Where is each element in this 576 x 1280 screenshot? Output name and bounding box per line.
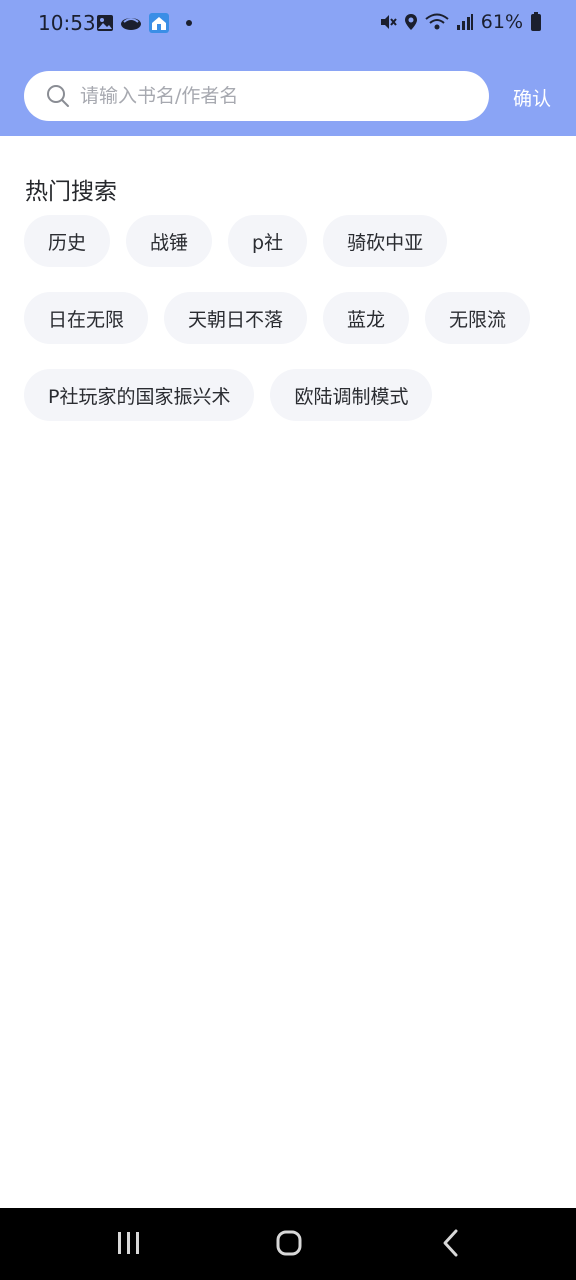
- hot-tag[interactable]: P社玩家的国家振兴术: [24, 369, 255, 421]
- hot-tag[interactable]: 无限流: [425, 292, 531, 344]
- hot-tag[interactable]: 战锤: [126, 215, 213, 267]
- search-icon: [47, 85, 69, 107]
- home-app-icon: [149, 13, 169, 33]
- hot-tag[interactable]: 蓝龙: [323, 292, 410, 344]
- system-icons: 61%: [379, 11, 542, 33]
- hot-tag[interactable]: 天朝日不落: [164, 292, 308, 344]
- gallery-icon: [97, 15, 113, 31]
- back-icon[interactable]: [440, 1228, 462, 1258]
- home-icon[interactable]: [275, 1228, 303, 1258]
- hot-tag[interactable]: 欧陆调制模式: [270, 369, 433, 421]
- hot-tag[interactable]: p社: [228, 215, 308, 267]
- hot-search-title: 热门搜索: [25, 179, 117, 205]
- location-icon: [404, 14, 417, 30]
- tag-row: 历史 战锤 p社 骑砍中亚: [24, 215, 448, 267]
- header-bar: 10:53 61% 请输入书名/作者名 确认: [0, 0, 576, 136]
- notification-icons: [96, 12, 192, 34]
- more-notifications-dot: [186, 20, 192, 26]
- search-input[interactable]: [80, 81, 470, 111]
- status-bar: 10:53 61%: [0, 0, 576, 46]
- tag-row: 日在无限 天朝日不落 蓝龙 无限流: [24, 292, 531, 344]
- tag-row: P社玩家的国家振兴术 欧陆调制模式: [24, 369, 433, 421]
- hot-tag[interactable]: 日在无限: [24, 292, 149, 344]
- system-nav-bar: [0, 1208, 576, 1280]
- mute-icon: [380, 15, 397, 29]
- recents-icon[interactable]: [116, 1228, 142, 1258]
- battery-icon: [531, 12, 541, 31]
- search-box[interactable]: [24, 71, 489, 121]
- hot-tag[interactable]: 历史: [24, 215, 111, 267]
- wifi-icon: [425, 13, 449, 30]
- hot-tag[interactable]: 骑砍中亚: [323, 215, 448, 267]
- search-row: 确认: [24, 71, 554, 121]
- battery-percent: 61%: [480, 11, 523, 33]
- signal-icon: [456, 14, 473, 30]
- confirm-button[interactable]: 确认: [513, 84, 551, 111]
- status-time: 10:53: [38, 11, 96, 35]
- app-notification-icon: [121, 18, 141, 30]
